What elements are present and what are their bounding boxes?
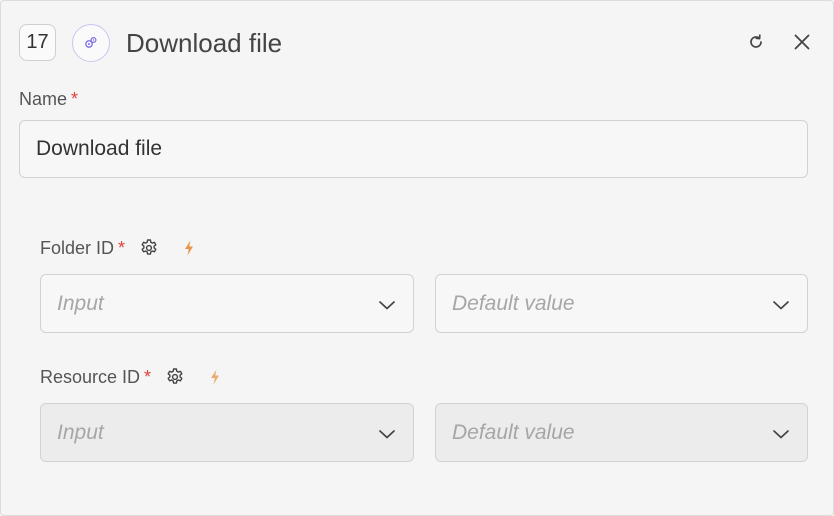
folder-id-input-select[interactable]: Input — [40, 274, 414, 333]
panel-title: Download file — [126, 28, 283, 58]
required-mark: * — [144, 367, 152, 387]
required-mark: * — [118, 238, 126, 258]
folder-id-default-select[interactable]: Default value — [435, 274, 808, 333]
close-icon — [794, 34, 810, 50]
resource-id-label: Resource ID * — [40, 366, 151, 388]
step-number-badge: 17 — [19, 24, 56, 61]
name-label-text: Name — [19, 89, 68, 109]
lightning-bolt-icon — [211, 369, 219, 385]
folder-id-label: Folder ID * — [40, 237, 125, 259]
gear-icon — [141, 239, 157, 255]
refresh-button[interactable] — [743, 29, 769, 55]
resource-id-dynamic-button[interactable] — [209, 368, 221, 386]
chevron-down-icon — [379, 301, 395, 310]
resource-id-label-text: Resource ID — [40, 367, 141, 387]
chevron-down-icon — [773, 301, 789, 310]
integration-gear-icon — [72, 24, 110, 62]
name-input[interactable]: Download file — [19, 120, 808, 178]
folder-id-settings-button[interactable] — [139, 238, 159, 258]
lightning-bolt-icon — [185, 240, 193, 256]
close-button[interactable] — [789, 29, 815, 55]
default-value-placeholder: Default value — [452, 291, 575, 315]
input-placeholder: Input — [57, 420, 104, 444]
resource-id-input-select[interactable]: Input — [40, 403, 414, 462]
required-mark: * — [71, 89, 79, 109]
folder-id-label-text: Folder ID — [40, 238, 115, 258]
resource-id-default-select[interactable]: Default value — [435, 403, 808, 462]
chevron-down-icon — [773, 430, 789, 439]
gear-icon — [167, 368, 183, 384]
folder-id-dynamic-button[interactable] — [183, 239, 195, 257]
resource-id-settings-button[interactable] — [165, 367, 185, 387]
default-value-placeholder: Default value — [452, 420, 575, 444]
step-config-panel: 17 Download file Name * Download file Fo… — [0, 0, 834, 516]
chevron-down-icon — [379, 430, 395, 439]
refresh-icon — [750, 34, 762, 48]
panel-header: 17 Download file — [19, 24, 815, 62]
name-field-label: Name * — [19, 88, 78, 110]
input-placeholder: Input — [57, 291, 104, 315]
